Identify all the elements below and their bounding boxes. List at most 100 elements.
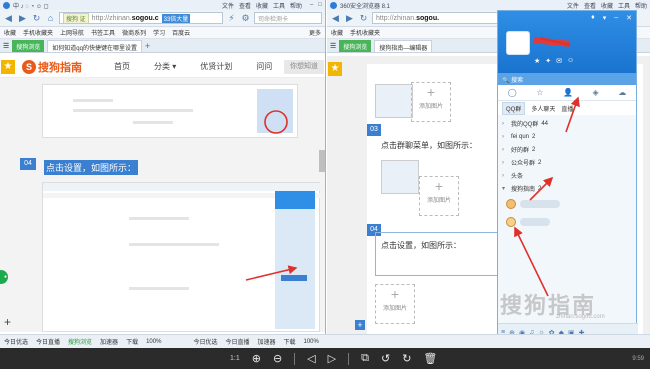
status-zoom[interactable]: 100% <box>146 339 161 345</box>
zoom-in-icon[interactable]: ⊕ <box>252 352 261 365</box>
tab-space-icon[interactable]: ◈ <box>593 88 599 97</box>
menu-tools[interactable]: 工具 <box>273 1 285 10</box>
favorite-star-icon[interactable]: ★ <box>1 60 15 74</box>
forward-arrow-icon[interactable]: ▶ <box>344 13 355 24</box>
add-image-button[interactable]: + 添加图片 <box>419 176 459 216</box>
maximize-icon[interactable]: □ <box>318 2 322 8</box>
mail-icon[interactable]: ✉ <box>556 57 562 65</box>
menu-help[interactable]: 帮助 <box>290 1 302 10</box>
next-icon[interactable]: ▷ <box>328 352 336 365</box>
tab-list-icon[interactable]: ☰ <box>3 42 9 52</box>
subtab-live[interactable]: 直播 <box>561 104 573 113</box>
fav-item-nav[interactable]: 上网导航 <box>60 28 84 37</box>
menu-file[interactable]: 文件 <box>222 1 234 10</box>
group-member-row[interactable] <box>502 195 632 213</box>
group-row[interactable]: › 我的QQ群 44 <box>502 117 632 130</box>
tab-favorites-icon[interactable]: ☆ <box>536 88 543 97</box>
delete-icon[interactable]: 🗑 <box>423 352 437 365</box>
status-item[interactable]: 下载 <box>126 337 138 346</box>
group-row[interactable]: › 头条 <box>502 169 632 182</box>
vip-icon[interactable]: ★ <box>534 57 540 65</box>
url-field[interactable]: 搜狗 证 http://zhinan. sogou.c 33倍大量 <box>59 12 223 24</box>
avatar[interactable] <box>506 31 530 55</box>
add-step-plus-icon[interactable]: + <box>4 315 11 329</box>
status-item[interactable]: 今日优选 <box>4 337 28 346</box>
tab-sogou-browse[interactable]: 搜狗浏览 <box>12 40 45 52</box>
status-item[interactable]: 今日直播 <box>225 337 249 346</box>
group-row[interactable]: › 公众号群 2 <box>502 156 632 169</box>
back-arrow-icon[interactable]: ◀ <box>3 13 14 24</box>
status-item[interactable]: 加速器 <box>100 337 118 346</box>
sogou-guide-logo[interactable]: S 搜狗指南 <box>22 59 82 75</box>
status-item[interactable]: 今日优选 <box>193 337 217 346</box>
tab-editor[interactable]: 搜狗指南—编辑器 <box>374 40 433 52</box>
add-image-button[interactable]: + 添加图片 <box>375 284 415 324</box>
qq-dropdown-icon[interactable]: ▾ <box>603 14 607 22</box>
lightning-icon[interactable]: ⚡ <box>226 13 237 24</box>
favorite-star-icon[interactable]: ★ <box>328 62 342 76</box>
group-member-row[interactable] <box>502 213 632 231</box>
menu-tools[interactable]: 工具 <box>618 1 630 10</box>
left-scrollbar-thumb[interactable] <box>319 150 325 172</box>
status-item[interactable]: 今日直播 <box>36 337 60 346</box>
fav-item-mobile[interactable]: 手机收藏夹 <box>23 28 53 37</box>
zoom-out-icon[interactable]: ⊖ <box>273 352 282 365</box>
menu-view[interactable]: 查看 <box>239 1 251 10</box>
qzone-icon[interactable]: ✦ <box>545 57 551 65</box>
fav-item-favorites[interactable]: 收藏 <box>331 28 343 37</box>
subtab-qq-groups[interactable]: QQ群 <box>502 101 526 115</box>
step-text[interactable]: 点击设置，如图所示： <box>381 240 461 251</box>
forward-arrow-icon[interactable]: ▶ <box>17 13 28 24</box>
tab-sogou-browse[interactable]: 搜狗浏览 <box>339 40 372 52</box>
back-arrow-icon[interactable]: ◀ <box>330 13 341 24</box>
close-icon[interactable]: ✕ <box>626 14 632 22</box>
browser-search-input[interactable]: 司命检测卡 <box>254 12 322 24</box>
fav-item-baiduyun[interactable]: 百度云 <box>172 28 190 37</box>
fav-item-wechat[interactable]: 微商系列 <box>122 28 146 37</box>
qq-search-input[interactable]: 🔍 搜索 <box>498 73 636 85</box>
subtab-multi-chat[interactable]: 多人聊天 <box>531 104 555 113</box>
group-row[interactable]: › fei qun 2 <box>502 130 632 143</box>
nav-ask[interactable]: 问问 <box>256 61 272 72</box>
url-field[interactable]: http://zhinan. sogou. <box>372 12 502 24</box>
rotate-right-icon[interactable]: ↻ <box>402 352 411 365</box>
rotate-left-icon[interactable]: ↺ <box>381 352 390 365</box>
qq-skin-icon[interactable]: ♦ <box>591 14 595 22</box>
zoom-ratio[interactable]: 1:1 <box>230 355 240 362</box>
tab-contacts-icon[interactable]: 👤 <box>563 88 573 97</box>
site-search-button[interactable]: 你想知道 <box>284 60 324 74</box>
minimize-icon[interactable]: – <box>614 14 618 22</box>
user-icon[interactable]: ☺ <box>567 57 574 65</box>
status-item[interactable]: 搜狗浏览 <box>68 337 92 346</box>
nav-home[interactable]: 首页 <box>114 61 130 72</box>
menu-help[interactable]: 帮助 <box>635 1 647 10</box>
fav-item-mobile[interactable]: 手机收藏夹 <box>350 28 380 37</box>
status-item[interactable]: 加速器 <box>257 337 275 346</box>
status-zoom[interactable]: 100% <box>304 339 319 345</box>
menu-file[interactable]: 文件 <box>567 1 579 10</box>
fit-screen-icon[interactable]: ⧉ <box>361 352 369 365</box>
fav-more[interactable]: 更多 <box>309 28 321 37</box>
add-image-button[interactable]: + 添加图片 <box>411 82 451 122</box>
fav-item-favorites[interactable]: 收藏 <box>4 28 16 37</box>
fav-item-study[interactable]: 学习 <box>153 28 165 37</box>
menu-view[interactable]: 查看 <box>584 1 596 10</box>
tab-messages-icon[interactable]: ◯ <box>508 88 517 97</box>
nav-category[interactable]: 分类 ▾ <box>154 61 176 72</box>
add-step-plus-icon[interactable]: + <box>355 320 365 330</box>
step-image-thumb[interactable] <box>381 160 419 194</box>
group-row[interactable]: ▾ 搜狗指南 2 <box>502 182 632 195</box>
refresh-icon[interactable]: ↻ <box>31 13 42 24</box>
menu-favorites[interactable]: 收藏 <box>256 1 268 10</box>
fav-item-bookmark-tools[interactable]: 书签工具 <box>91 28 115 37</box>
menu-favorites[interactable]: 收藏 <box>601 1 613 10</box>
status-item[interactable]: 下载 <box>283 337 295 346</box>
previous-icon[interactable]: ◁ <box>307 352 315 365</box>
tab-guide-article[interactable]: 如何知道qq的快捷键在哪里设置 <box>47 40 142 52</box>
minimize-icon[interactable]: – <box>310 2 313 8</box>
new-tab-button[interactable]: + <box>145 41 150 52</box>
step-image-thumb[interactable] <box>375 84 413 118</box>
tab-list-icon[interactable]: ☰ <box>330 42 336 52</box>
refresh-icon[interactable]: ↻ <box>358 13 369 24</box>
tab-chat-icon[interactable]: ☁ <box>618 88 626 97</box>
